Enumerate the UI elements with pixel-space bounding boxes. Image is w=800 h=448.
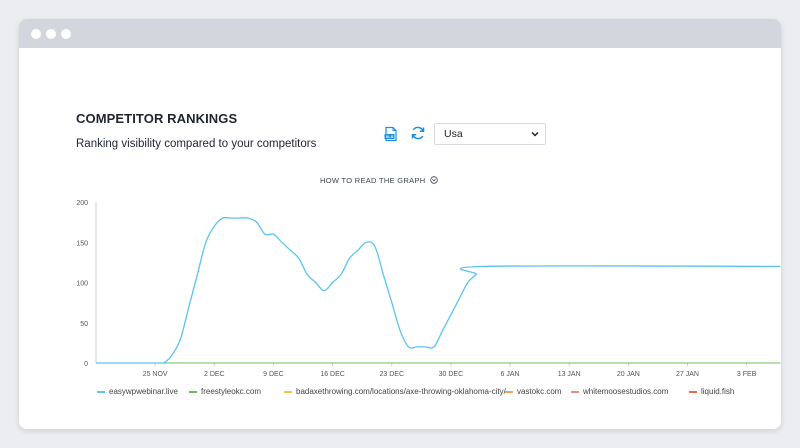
legend-label: easywpwebinar.live <box>109 387 178 396</box>
x-tick-label: 13 JAN <box>558 371 581 378</box>
legend-label: vastokc.com <box>517 387 562 396</box>
legend-label: whitemoosestudios.com <box>583 387 669 396</box>
legend-swatch <box>505 391 513 393</box>
rankings-chart: 0 50 100 150 200 25 NOV 2 DEC 9 DEC 16 DEC 23 DEC… <box>76 200 781 378</box>
browser-window: COMPETITOR RANKINGS Ranking visibility c… <box>19 19 781 429</box>
legend-swatch <box>284 391 292 393</box>
y-tick-label: 50 <box>80 321 88 328</box>
x-tick-label: 30 DEC <box>439 371 464 378</box>
x-tick-label: 25 NOV <box>143 371 168 378</box>
x-tick-label: 9 DEC <box>263 371 284 378</box>
y-tick-label: 0 <box>84 361 88 368</box>
y-tick-label: 150 <box>76 240 88 247</box>
x-tick-label: 2 DEC <box>204 371 225 378</box>
legend-label: badaxethrowing.com/locations/axe-throwin… <box>296 387 506 396</box>
legend-swatch <box>189 391 197 393</box>
window-dot-icon <box>46 29 56 39</box>
page-content: COMPETITOR RANKINGS Ranking visibility c… <box>19 48 781 429</box>
legend-label: freestyleokc.com <box>201 387 262 396</box>
legend-swatch <box>689 391 697 393</box>
x-tick-label: 23 DEC <box>379 371 404 378</box>
x-tick-label: 27 JAN <box>676 371 699 378</box>
legend-label: liquid.fish <box>701 387 735 396</box>
legend-swatch <box>571 391 579 393</box>
x-tick-label: 16 DEC <box>320 371 345 378</box>
window-dot-icon <box>61 29 71 39</box>
window-dot-icon <box>31 29 41 39</box>
x-tick-label: 6 JAN <box>501 371 520 378</box>
window-titlebar <box>19 19 781 48</box>
series-line <box>96 216 781 364</box>
x-tick-label: 3 FEB <box>737 371 757 378</box>
legend-swatch <box>97 391 105 393</box>
y-tick-label: 100 <box>76 281 88 288</box>
x-tick-label: 20 JAN <box>617 371 640 378</box>
y-tick-label: 200 <box>76 200 88 207</box>
